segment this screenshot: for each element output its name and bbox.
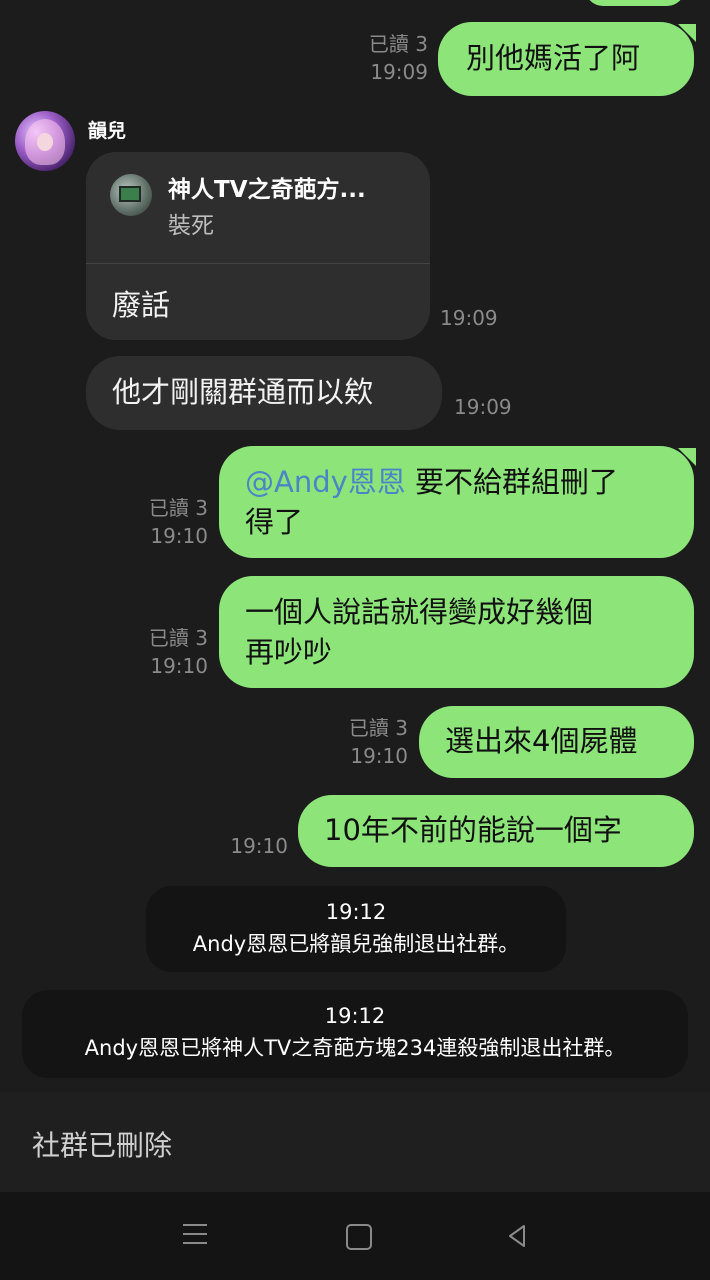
quoted-sender: 神人TV之奇葩方... (168, 177, 366, 203)
mention-link[interactable]: @Andy恩恩 (245, 465, 406, 499)
system-notice: 19:12 Andy恩恩已將韻兒強制退出社群。 (146, 886, 566, 972)
message-text: 要不給群組刪了 (405, 465, 619, 499)
message-time: 19:09 (440, 306, 498, 330)
system-notice-text: Andy恩恩已將神人TV之奇葩方塊234連殺強制退出社群。 (84, 1036, 626, 1060)
message-time: 19:09 (454, 395, 512, 419)
reply-message-bubble[interactable]: 神人TV之奇葩方... 裝死 廢話 (86, 152, 430, 340)
message-meta: 已讀 3 19:09 (340, 30, 428, 86)
system-nav-bar (0, 1192, 710, 1280)
message-text-line: 再吵吵 (245, 635, 333, 669)
quoted-text: 裝死 (168, 213, 214, 239)
message-time: 19:10 (150, 524, 208, 548)
message-meta: 已讀 3 19:10 (320, 714, 408, 770)
read-receipt: 已讀 3 (148, 496, 208, 520)
message-meta: 已讀 3 19:10 (120, 624, 208, 680)
message-bubble-outgoing[interactable]: @Andy恩恩 要不給群組刪了 得了 (219, 446, 696, 558)
chat-area[interactable]: 已讀 3 19:09 別他媽活了阿 韻兒 神人TV之奇葩方... 裝死 廢話 1… (0, 0, 710, 1092)
message-bubble-outgoing[interactable]: 別他媽活了阿 (438, 22, 696, 96)
read-receipt: 已讀 3 (148, 626, 208, 650)
message-time: 19:10 (150, 654, 208, 678)
message-text: 他才剛關群通而以欸 (112, 375, 374, 409)
message-bubble-incoming[interactable]: 他才剛關群通而以欸 (86, 356, 442, 430)
message-meta: 已讀 3 19:10 (120, 494, 208, 550)
back-icon[interactable] (497, 1218, 537, 1254)
read-receipt: 已讀 3 (348, 716, 408, 740)
message-bubble-outgoing[interactable]: 10年不前的能說一個字 (298, 795, 694, 867)
message-bubble-outgoing[interactable]: 選出來4個屍體 (419, 706, 694, 778)
system-notice: 19:12 Andy恩恩已將神人TV之奇葩方塊234連殺強制退出社群。 (22, 990, 688, 1078)
message-bubble-outgoing[interactable]: 一個人說話就得變成好幾個 再吵吵 (219, 576, 694, 688)
home-icon[interactable] (337, 1218, 377, 1254)
system-notice-time: 19:12 (325, 900, 387, 924)
message-text: 廢話 (112, 288, 171, 322)
message-text: 別他媽活了阿 (466, 41, 641, 75)
community-deleted-label: 社群已刪除 (32, 1129, 173, 1162)
system-notice-text: Andy恩恩已將韻兒強制退出社群。 (192, 932, 520, 956)
message-time: 19:09 (370, 60, 428, 84)
message-time: 19:10 (230, 834, 288, 858)
message-text-line: 一個人說話就得變成好幾個 (245, 595, 594, 629)
partial-message-bubble[interactable] (585, 0, 685, 6)
system-notice-time: 19:12 (324, 1004, 386, 1028)
message-text: 選出來4個屍體 (445, 724, 638, 758)
message-time: 19:10 (350, 744, 408, 768)
quoted-avatar (110, 174, 152, 216)
avatar[interactable] (15, 111, 75, 171)
community-deleted-bar: 社群已刪除 (0, 1092, 710, 1192)
sender-name: 韻兒 (88, 120, 127, 142)
message-text: 10年不前的能說一個字 (324, 813, 622, 847)
menu-icon[interactable] (175, 1218, 215, 1254)
read-receipt: 已讀 3 (368, 32, 428, 56)
quoted-message[interactable]: 神人TV之奇葩方... 裝死 (86, 152, 430, 264)
message-text-line: 得了 (245, 505, 304, 539)
